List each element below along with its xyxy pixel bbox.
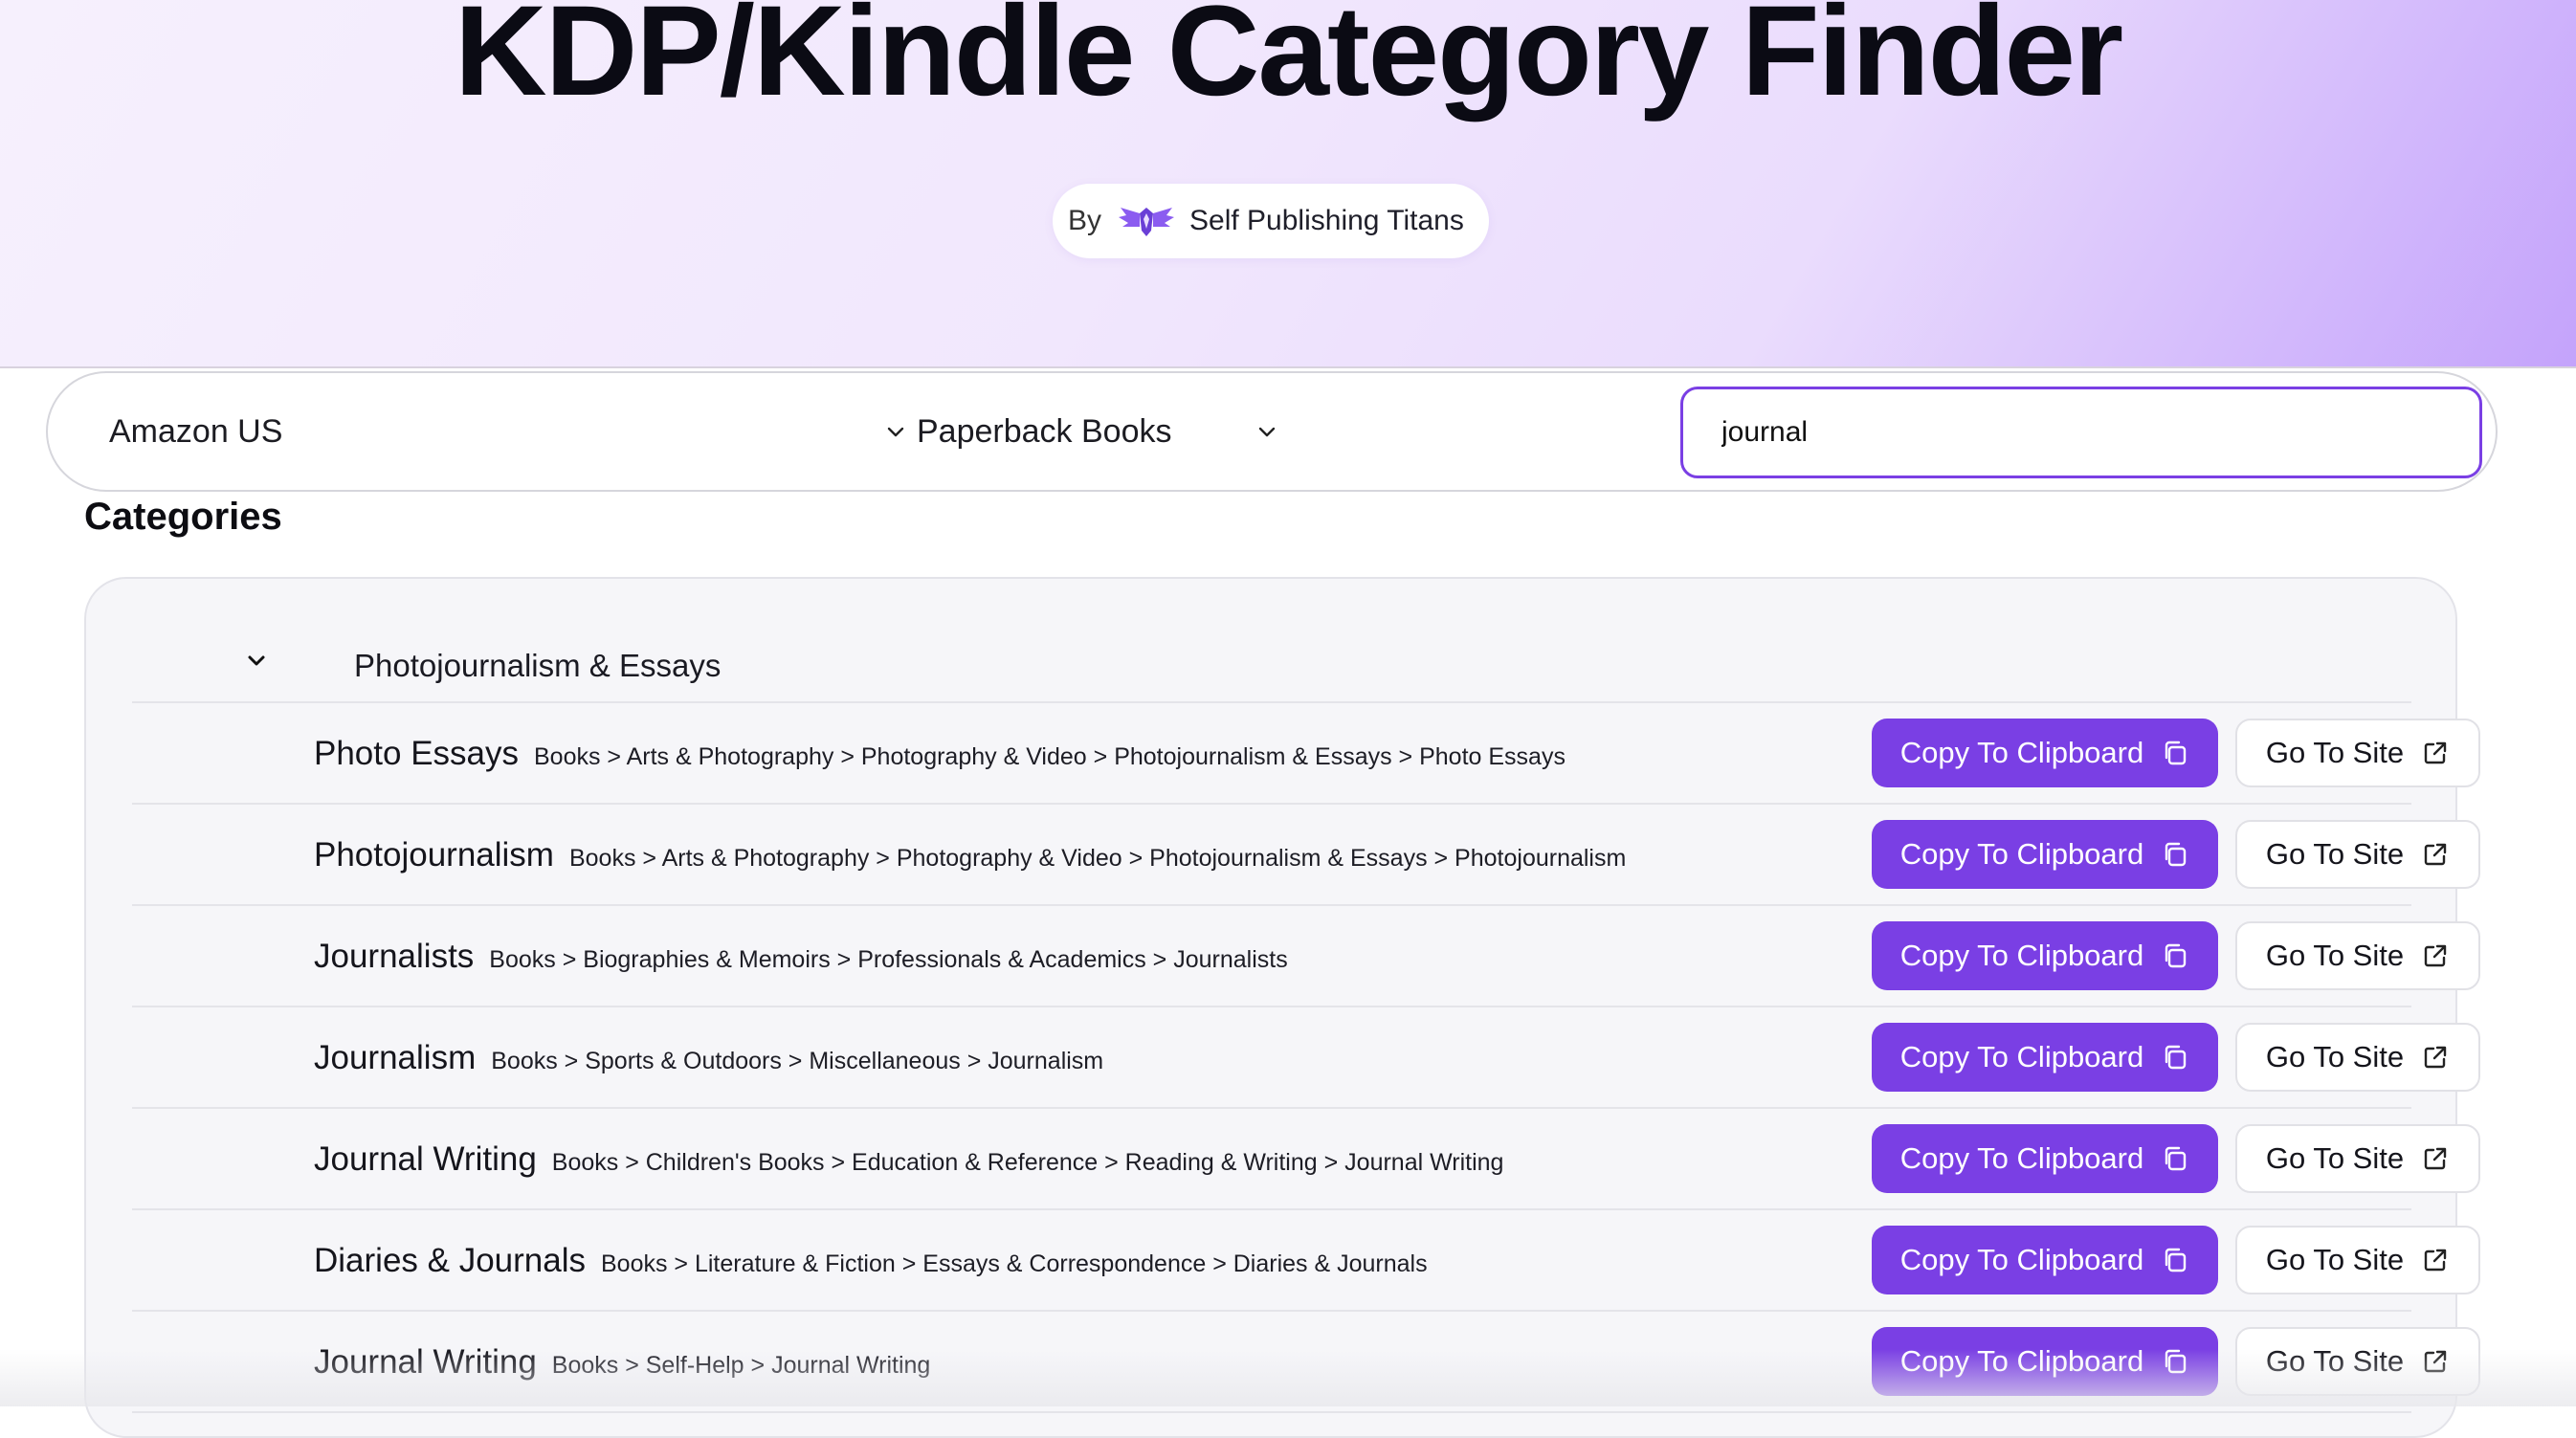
chevron-down-icon: [887, 427, 904, 437]
category-texts: Journal Writing Books > Self-Help > Journ…: [314, 1340, 930, 1384]
copy-icon: [2165, 741, 2187, 765]
copy-to-clipboard-button[interactable]: Copy To Clipboard: [1872, 1023, 2218, 1092]
copy-icon: [2165, 1248, 2187, 1272]
category-path: Books > Biographies & Memoirs > Professi…: [489, 946, 1288, 973]
category-name: Journal Writing: [314, 1343, 537, 1381]
copy-icon: [2165, 842, 2187, 867]
category-name: Journalists: [314, 938, 475, 975]
category-path: Books > Sports & Outdoors > Miscellaneou…: [491, 1048, 1104, 1074]
go-to-site-button[interactable]: Go To Site: [2235, 1124, 2480, 1193]
copy-to-clipboard-button[interactable]: Copy To Clipboard: [1872, 1124, 2218, 1193]
copy-button-label: Copy To Clipboard: [1899, 1040, 2144, 1073]
category-group-header[interactable]: Photojournalism & Essays: [132, 627, 2411, 703]
category-row: Photo Essays Books > Arts & Photography >…: [132, 703, 2480, 805]
page-title: KDP/Kindle Category Finder: [454, 0, 2123, 122]
category-row: Diaries & Journals Books > Literature & F…: [132, 1210, 2480, 1312]
category-name: Journalism: [314, 1039, 477, 1076]
category-texts: Diaries & Journals Books > Literature & F…: [314, 1239, 1428, 1283]
byline-prefix: By: [1068, 205, 1102, 236]
site-button-label: Go To Site: [2265, 1344, 2405, 1378]
hero-header: KDP/Kindle Category Finder By Self Publi…: [0, 0, 2576, 368]
copy-icon: [2165, 943, 2187, 968]
category-name: Journal Writing: [314, 1140, 537, 1178]
external-link-icon: [2424, 944, 2447, 967]
external-link-icon: [2424, 1350, 2447, 1373]
site-button-label: Go To Site: [2265, 939, 2405, 972]
category-path: Books > Literature & Fiction > Essays & …: [601, 1250, 1428, 1277]
category-row: Journal Writing Books > Self-Help > Journ…: [132, 1312, 2480, 1413]
filter-bar: Amazon US Paperback Books: [46, 371, 2498, 492]
category-path: Books > Self-Help > Journal Writing: [551, 1352, 931, 1379]
marketplace-select[interactable]: Amazon US: [109, 373, 913, 490]
category-path: Books > Arts & Photography > Photography…: [568, 845, 1627, 872]
copy-button-label: Copy To Clipboard: [1899, 1344, 2144, 1378]
search-input[interactable]: [1680, 387, 2482, 478]
category-row: Journal Writing Books > Children's Books …: [132, 1109, 2480, 1210]
go-to-site-button[interactable]: Go To Site: [2235, 820, 2480, 889]
category-texts: Journalism Books > Sports & Outdoors > Mi…: [314, 1036, 1103, 1080]
category-name: Diaries & Journals: [314, 1242, 586, 1279]
copy-button-label: Copy To Clipboard: [1899, 1141, 2144, 1175]
go-to-site-button[interactable]: Go To Site: [2235, 719, 2480, 787]
site-button-label: Go To Site: [2265, 1040, 2405, 1073]
chevron-down-icon[interactable]: [243, 648, 270, 675]
copy-icon: [2165, 1045, 2187, 1070]
external-link-icon: [2424, 741, 2447, 764]
category-row: Journalists Books > Biographies & Memoirs…: [132, 906, 2480, 1007]
go-to-site-button[interactable]: Go To Site: [2235, 921, 2480, 990]
category-name: Photo Essays: [314, 735, 519, 772]
byline-badge[interactable]: By Self Publishing Titans: [1053, 184, 1489, 258]
site-button-label: Go To Site: [2265, 736, 2405, 769]
site-button-label: Go To Site: [2265, 837, 2405, 871]
category-texts: Photo Essays Books > Arts & Photography >…: [314, 732, 1566, 776]
external-link-icon: [2424, 1249, 2447, 1272]
category-path: Books > Children's Books > Education & R…: [551, 1149, 1504, 1176]
site-button-label: Go To Site: [2265, 1243, 2405, 1276]
go-to-site-button[interactable]: Go To Site: [2235, 1023, 2480, 1092]
categories-panel: Photojournalism & Essays Photo Essays Boo…: [84, 577, 2480, 1438]
copy-button-label: Copy To Clipboard: [1899, 736, 2144, 769]
section-title: Categories: [84, 496, 282, 538]
category-row: Photojournalism Books > Arts & Photograph…: [132, 805, 2480, 906]
marketplace-value: Amazon US: [109, 412, 283, 450]
category-group-label: Photojournalism & Essays: [354, 648, 722, 683]
format-value: Paperback Books: [917, 412, 1172, 450]
copy-to-clipboard-button[interactable]: Copy To Clipboard: [1872, 719, 2218, 787]
category-name: Photojournalism: [314, 836, 554, 874]
category-list: Photo Essays Books > Arts & Photography >…: [132, 703, 2480, 1413]
copy-to-clipboard-button[interactable]: Copy To Clipboard: [1872, 921, 2218, 990]
go-to-site-button[interactable]: Go To Site: [2235, 1226, 2480, 1294]
copy-to-clipboard-button[interactable]: Copy To Clipboard: [1872, 820, 2218, 889]
external-link-icon: [2424, 843, 2447, 866]
chevron-down-icon: [1258, 427, 1276, 437]
external-link-icon: [2424, 1147, 2447, 1170]
brand-name: Self Publishing Titans: [1189, 205, 1464, 236]
copy-icon: [2165, 1349, 2187, 1374]
category-texts: Photojournalism Books > Arts & Photograph…: [314, 833, 1626, 877]
winged-shield-logo-icon: [1119, 208, 1175, 236]
copy-to-clipboard-button[interactable]: Copy To Clipboard: [1872, 1226, 2218, 1294]
format-select[interactable]: Paperback Books: [917, 373, 1299, 490]
copy-button-label: Copy To Clipboard: [1899, 1243, 2144, 1276]
category-path: Books > Arts & Photography > Photography…: [534, 743, 1566, 770]
go-to-site-button[interactable]: Go To Site: [2235, 1327, 2480, 1396]
category-texts: Journalists Books > Biographies & Memoirs…: [314, 935, 1288, 979]
external-link-icon: [2424, 1046, 2447, 1069]
copy-to-clipboard-button[interactable]: Copy To Clipboard: [1872, 1327, 2218, 1396]
copy-button-label: Copy To Clipboard: [1899, 939, 2144, 972]
site-button-label: Go To Site: [2265, 1141, 2405, 1175]
copy-button-label: Copy To Clipboard: [1899, 837, 2144, 871]
category-texts: Journal Writing Books > Children's Books …: [314, 1138, 1503, 1182]
category-row: Journalism Books > Sports & Outdoors > Mi…: [132, 1007, 2480, 1109]
copy-icon: [2165, 1146, 2187, 1171]
